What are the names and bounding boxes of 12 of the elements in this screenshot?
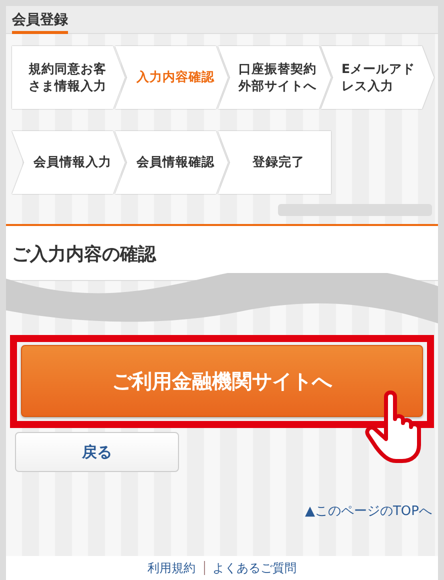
step-item: 口座振替契約外部サイトへ	[218, 46, 331, 109]
step-item: 規約同意お客さま情報入力	[12, 46, 125, 109]
footer-link[interactable]: 利用規約	[148, 560, 196, 576]
step-item: 会員情報入力	[12, 131, 125, 194]
section-title: ご入力内容の確認	[12, 243, 158, 266]
step-item: 会員情報確認	[115, 131, 228, 194]
step-item: Eメールアドレス入力	[321, 46, 434, 109]
footer-link[interactable]: よくあるご質問	[212, 560, 296, 576]
step-item: 入力内容確認	[115, 46, 228, 109]
back-button[interactable]: 戻る	[15, 432, 179, 472]
step-item: 登録完了	[218, 131, 331, 194]
page-top-link[interactable]: ▲このページのTOPへ	[304, 502, 432, 520]
